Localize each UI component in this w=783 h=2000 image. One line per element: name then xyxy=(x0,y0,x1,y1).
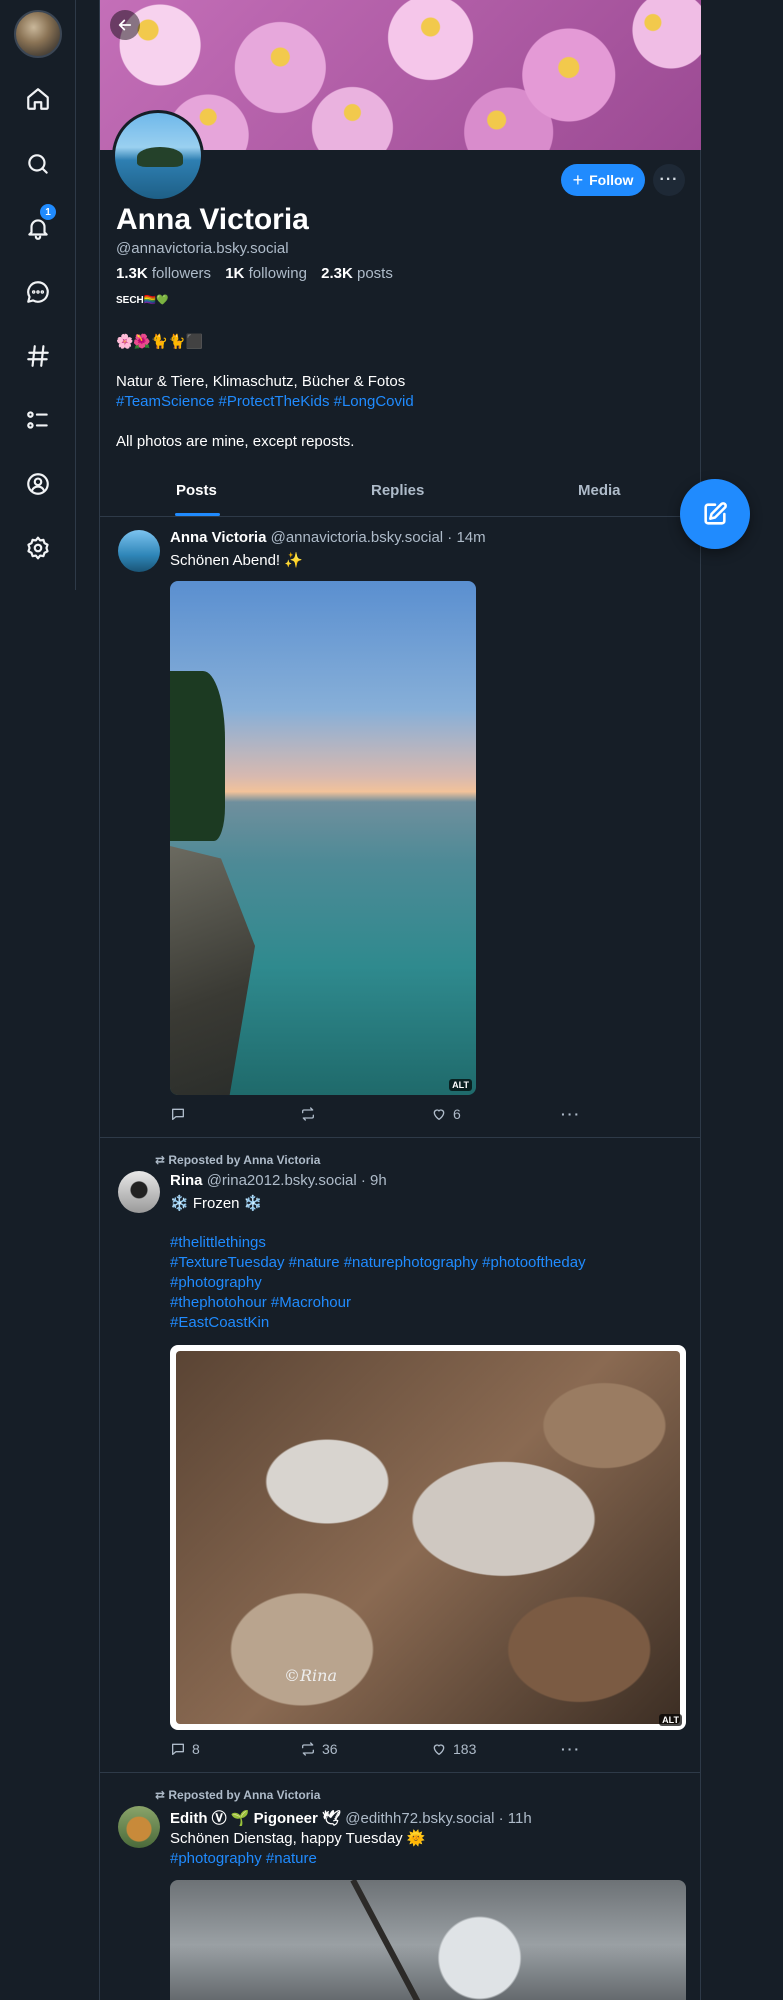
tab-replies[interactable]: Replies xyxy=(371,482,424,499)
repost-button[interactable] xyxy=(300,1106,322,1122)
author-handle[interactable]: @annavictoria.bsky.social xyxy=(271,529,444,546)
settings-gear-icon[interactable] xyxy=(16,526,60,570)
follow-label: Follow xyxy=(589,172,634,188)
profile-avatar[interactable] xyxy=(112,110,204,202)
author-handle[interactable]: @rina2012.bsky.social xyxy=(207,1172,357,1189)
post-text: Schönen Dienstag, happy Tuesday 🌞 xyxy=(170,1830,426,1847)
alt-badge[interactable]: ALT xyxy=(449,1079,472,1091)
more-options-button[interactable]: ··· xyxy=(653,164,685,196)
post-meta: Rina @rina2012.bsky.social · 9h xyxy=(170,1172,387,1189)
compose-pencil-icon xyxy=(704,502,727,525)
author-name[interactable]: Edith Ⓥ 🌱 Pigoneer 🕊 xyxy=(170,1810,341,1827)
post-actions: 8 36 183 ··· xyxy=(170,1741,590,1761)
author-name[interactable]: Anna Victoria xyxy=(170,529,266,546)
lists-icon[interactable] xyxy=(16,398,60,442)
post-time[interactable]: · 9h xyxy=(361,1172,387,1189)
repost-indicator[interactable]: ⇄ Reposted by Anna Victoria xyxy=(155,1788,320,1802)
home-icon[interactable] xyxy=(16,77,60,121)
tab-media[interactable]: Media xyxy=(578,482,621,499)
heart-icon xyxy=(433,1109,445,1120)
alt-badge[interactable]: ALT xyxy=(659,1714,682,1726)
profile-tabs: Posts Replies Media xyxy=(100,470,701,517)
post-meta: Edith Ⓥ 🌱 Pigoneer 🕊 @edithh72.bsky.soci… xyxy=(170,1807,532,1828)
post-image[interactable] xyxy=(170,1880,686,2000)
back-button[interactable] xyxy=(110,10,140,40)
post-more-icon[interactable]: ··· xyxy=(561,1106,581,1122)
post-divider xyxy=(100,1772,701,1773)
profile-icon[interactable] xyxy=(16,462,60,506)
like-button[interactable]: 6 xyxy=(431,1106,461,1122)
like-button[interactable]: 183 xyxy=(431,1741,476,1757)
plus-icon: + xyxy=(572,170,584,190)
profile-handle: @annavictoria.bsky.social xyxy=(116,240,289,257)
notifications-icon[interactable]: 1 xyxy=(16,204,60,250)
post-image[interactable]: ALT xyxy=(170,581,476,1095)
heart-icon xyxy=(433,1744,445,1755)
compose-post-button[interactable] xyxy=(680,479,750,549)
like-count: 183 xyxy=(453,1741,477,1757)
posts-count: 2.3K posts xyxy=(321,265,393,282)
author-name[interactable]: Rina xyxy=(170,1172,203,1189)
reply-icon xyxy=(172,1108,184,1120)
post-actions: 6 ··· xyxy=(170,1106,590,1126)
followers-link[interactable]: 1.3K followers xyxy=(116,265,211,282)
image-signature: ©Rina xyxy=(284,1666,338,1685)
repost-icon xyxy=(302,1742,314,1756)
post-divider xyxy=(100,1137,701,1138)
follow-button[interactable]: + Follow xyxy=(561,164,645,196)
repost-indicator[interactable]: ⇄ Reposted by Anna Victoria xyxy=(155,1153,320,1167)
profile-name: Anna Victoria xyxy=(116,203,309,236)
active-tab-indicator xyxy=(175,513,220,516)
reply-count: 8 xyxy=(192,1741,200,1757)
post-hashtags[interactable]: #photography #nature xyxy=(170,1849,317,1869)
chat-icon[interactable] xyxy=(16,270,60,314)
reply-button[interactable] xyxy=(170,1106,192,1122)
post-image[interactable]: ©Rina ALT xyxy=(170,1345,686,1730)
post-meta: Anna Victoria @annavictoria.bsky.social … xyxy=(170,529,486,546)
post-author-avatar[interactable] xyxy=(118,1171,160,1213)
profile-column: + Follow ··· Anna Victoria @annavictoria… xyxy=(99,0,701,2000)
post-author-avatar[interactable] xyxy=(118,1806,160,1848)
post-time[interactable]: · 11h xyxy=(499,1810,532,1827)
author-handle[interactable]: @edithh72.bsky.social xyxy=(345,1810,494,1827)
bio-hashtags[interactable]: #TeamScience #ProtectTheKids #LongCovid xyxy=(116,393,414,410)
bio-line: All photos are mine, except reposts. xyxy=(116,433,355,450)
post-text: ❄️ Frozen ❄️ xyxy=(170,1195,263,1212)
reply-button[interactable]: 8 xyxy=(170,1741,200,1757)
post-time[interactable]: · 14m xyxy=(447,529,485,546)
repost-button[interactable]: 36 xyxy=(300,1741,338,1757)
left-nav: 1 xyxy=(0,0,76,590)
my-avatar[interactable] xyxy=(14,10,62,58)
reply-icon xyxy=(172,1743,184,1755)
feeds-hash-icon[interactable] xyxy=(16,334,60,378)
bio-emoji: 🌸🌺🐈🐈⬛ xyxy=(116,333,204,349)
notifications-badge: 1 xyxy=(40,204,56,220)
post-more-icon[interactable]: ··· xyxy=(561,1741,581,1757)
tab-posts[interactable]: Posts xyxy=(176,482,217,499)
profile-stats: 1.3K followers 1K following 2.3K posts xyxy=(116,265,393,282)
post-hashtags[interactable]: #thelittlethings #TextureTuesday #nature… xyxy=(170,1233,690,1333)
post-author-avatar[interactable] xyxy=(118,530,160,572)
search-icon[interactable] xyxy=(16,142,60,186)
bio-line: Natur & Tiere, Klimaschutz, Bücher & Fot… xyxy=(116,373,406,390)
bio-tag: SECH🏳️‍🌈💚 xyxy=(116,295,169,306)
like-count: 6 xyxy=(453,1106,461,1122)
arrow-left-icon xyxy=(118,19,132,31)
repost-icon xyxy=(302,1107,314,1121)
following-link[interactable]: 1K following xyxy=(225,265,307,282)
repost-count: 36 xyxy=(322,1741,338,1757)
post-text: Schönen Abend! ✨ xyxy=(170,552,303,569)
